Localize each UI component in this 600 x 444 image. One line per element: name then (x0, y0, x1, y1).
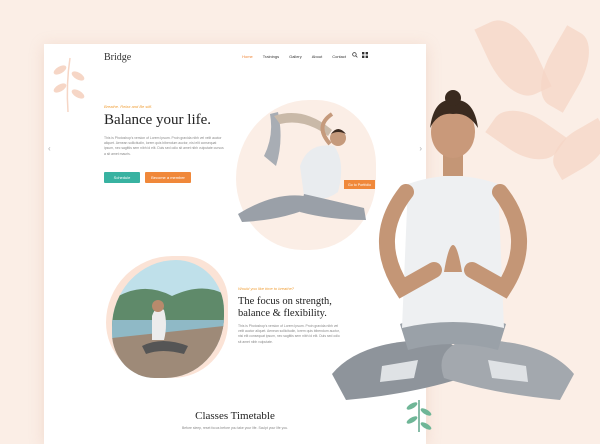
plant-decoration (406, 400, 432, 432)
timetable-text: Before sleep, reset focus before you tak… (181, 426, 289, 430)
become-member-button[interactable]: Become a member (145, 172, 191, 183)
nav-item-trainings[interactable]: Trainings (263, 54, 279, 59)
main-nav: Home Trainings Gallery About Contact (242, 54, 346, 59)
hero-eyebrow: Breathe. Relax and Be still. (104, 104, 153, 109)
leaf-decoration (53, 57, 85, 113)
slider-prev-arrow[interactable]: ‹ (48, 144, 51, 153)
grid-icon[interactable] (362, 52, 368, 58)
schedule-button[interactable]: Schedule (104, 172, 140, 183)
header-icons (352, 52, 368, 58)
hero-title: Balance your life. (104, 112, 212, 128)
nav-item-home[interactable]: Home (242, 54, 253, 59)
meditating-woman-image (332, 90, 574, 400)
hero-text: This is Photoshop's version of Lorem Ips… (104, 136, 224, 156)
brand-logo[interactable]: Bridge (104, 52, 131, 63)
focus-eyebrow: Would you like time to breathe? (238, 286, 295, 291)
search-icon[interactable] (352, 52, 358, 58)
nav-item-gallery[interactable]: Gallery (289, 54, 302, 59)
nav-item-contact[interactable]: Contact (332, 54, 346, 59)
nav-item-about[interactable]: About (312, 54, 322, 59)
